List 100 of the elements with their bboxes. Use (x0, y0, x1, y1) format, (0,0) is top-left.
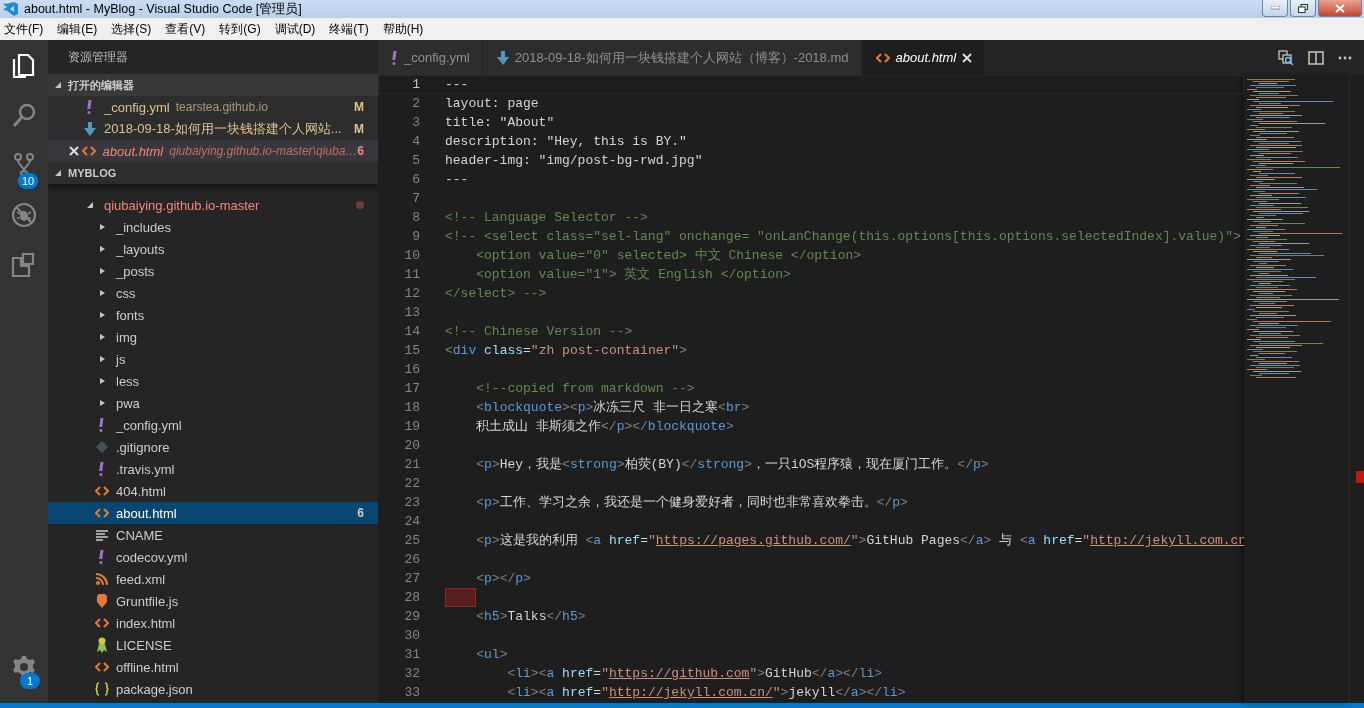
folder-item[interactable]: qiubaiying.github.io-master (48, 194, 378, 216)
lines-icon (96, 529, 108, 541)
folder-item[interactable]: pwa (48, 392, 378, 414)
app-icon (4, 2, 18, 16)
menu-item[interactable]: 帮助(H) (382, 20, 424, 38)
code-line: --- (445, 76, 469, 94)
ribbon-icon (96, 637, 108, 653)
expanded-caret-icon[interactable] (54, 169, 62, 177)
line-number: 22 (403, 475, 421, 493)
line-number: 23 (403, 494, 421, 512)
file-item[interactable]: package.json (48, 678, 378, 700)
folder-item[interactable]: _layouts (48, 238, 378, 260)
collapsed-caret-icon[interactable] (98, 245, 106, 253)
line-number: 29 (403, 608, 421, 626)
code-line: <p></p> (475, 570, 531, 588)
code-line: <option value="1"> 英文 English </option> (475, 266, 791, 284)
editor-tab[interactable]: about.html (861, 40, 986, 75)
files-icon[interactable] (11, 52, 37, 78)
collapsed-caret-icon[interactable] (98, 355, 106, 363)
file-item[interactable]: .travis.yml (48, 458, 378, 480)
maximize-button[interactable] (1290, 0, 1316, 17)
open-editor-item[interactable]: about.html qiubaiying.github.io-master\qiuba…6 (48, 140, 378, 162)
collapsed-caret-icon[interactable] (98, 223, 106, 231)
file-item[interactable]: LICENSE (48, 634, 378, 656)
extensions-icon[interactable] (11, 252, 37, 278)
line-number: 26 (403, 551, 421, 569)
line-number: 19 (403, 418, 421, 436)
file-item[interactable]: index.html (48, 612, 378, 634)
collapsed-caret-icon[interactable] (98, 311, 106, 319)
expanded-caret-icon[interactable] (86, 201, 94, 209)
menu-item[interactable]: 调试(D) (274, 20, 316, 38)
menu-item[interactable]: 终端(T) (329, 20, 369, 38)
arrow-down-icon (496, 50, 509, 65)
line-number: 11 (403, 266, 421, 284)
preview-icon[interactable] (1278, 49, 1294, 66)
code-line: <div class="zh post-container"> (445, 342, 687, 360)
folder-item[interactable]: _includes (48, 216, 378, 238)
curly-braces-icon (95, 682, 109, 696)
line-number: 9 (411, 228, 421, 246)
file-item[interactable]: _config.yml (48, 414, 378, 436)
menu-item[interactable]: 查看(V) (165, 20, 206, 38)
folder-item[interactable]: css (48, 282, 378, 304)
line-number: 28 (403, 589, 421, 607)
file-item[interactable]: feed.xml (48, 568, 378, 590)
line-number: 16 (403, 361, 421, 379)
code-line: title: "About" (445, 114, 555, 132)
code-line: layout: page (445, 95, 539, 113)
file-item[interactable]: codecov.yml (48, 546, 378, 568)
file-item[interactable]: CNAME (48, 524, 378, 546)
line-number: 8 (411, 209, 421, 227)
more-icon[interactable] (1338, 55, 1352, 60)
section-header[interactable]: MYBLOG (48, 162, 378, 184)
folder-item[interactable]: less (48, 370, 378, 392)
code-line: <!-- Chinese Version --> (445, 323, 633, 341)
close-icon[interactable] (69, 146, 80, 156)
code-line: <!--copied from markdown --> (475, 380, 695, 398)
section-header[interactable]: 打开的编辑器 (48, 74, 378, 96)
line-number: 5 (411, 152, 421, 170)
diamond-icon (96, 441, 108, 453)
close-button[interactable] (1318, 0, 1362, 17)
split-editor-icon[interactable] (1308, 49, 1324, 66)
menu-item[interactable]: 编辑(E) (57, 20, 98, 38)
code-line: <h5>Talks</h5> (475, 608, 586, 626)
folder-item[interactable]: fonts (48, 304, 378, 326)
line-number: 13 (403, 304, 421, 322)
close-icon[interactable] (962, 52, 973, 63)
exclamation-icon (99, 550, 105, 564)
file-item[interactable]: Gruntfile.js (48, 590, 378, 612)
file-item[interactable]: .gitignore (48, 436, 378, 458)
file-item[interactable]: 404.html (48, 480, 378, 502)
file-item[interactable]: about.html 6 (48, 502, 378, 524)
menu-item[interactable]: 转到(G) (219, 20, 261, 38)
arrow-down-icon (84, 122, 96, 136)
code-brackets-icon (81, 146, 96, 156)
exclamation-icon (392, 50, 398, 65)
menu-item[interactable]: 选择(S) (111, 20, 152, 38)
open-editor-item[interactable]: _config.yml tearstea.github.io M (48, 96, 378, 118)
folder-item[interactable]: _posts (48, 260, 378, 282)
expanded-caret-icon[interactable] (54, 81, 62, 89)
collapsed-caret-icon[interactable] (98, 289, 106, 297)
code-brackets-icon (95, 662, 109, 672)
collapsed-caret-icon[interactable] (98, 399, 106, 407)
collapsed-caret-icon[interactable] (98, 333, 106, 341)
line-number: 4 (411, 133, 421, 151)
open-editor-item[interactable]: 2018-09-18-如何用一块钱搭建个人网站... M (48, 118, 378, 140)
search-icon[interactable] (11, 102, 37, 128)
collapsed-caret-icon[interactable] (98, 377, 106, 385)
folder-item[interactable]: js (48, 348, 378, 370)
bug-icon[interactable] (11, 202, 37, 228)
line-number: 32 (403, 665, 421, 683)
window-title: about.html - MyBlog - Visual Studio Code [管理员] (24, 0, 303, 18)
editor-tab[interactable]: _config.yml (378, 40, 483, 75)
collapsed-caret-icon[interactable] (98, 267, 106, 275)
code-line: <li><a href="https://github.com">GitHub</a></li> (506, 665, 883, 683)
file-item[interactable]: offline.html (48, 656, 378, 678)
line-number: 30 (403, 627, 421, 645)
folder-item[interactable]: img (48, 326, 378, 348)
line-number: 14 (403, 323, 421, 341)
line-number: 2 (411, 95, 421, 113)
menu-item[interactable]: 文件(F) (4, 20, 44, 38)
